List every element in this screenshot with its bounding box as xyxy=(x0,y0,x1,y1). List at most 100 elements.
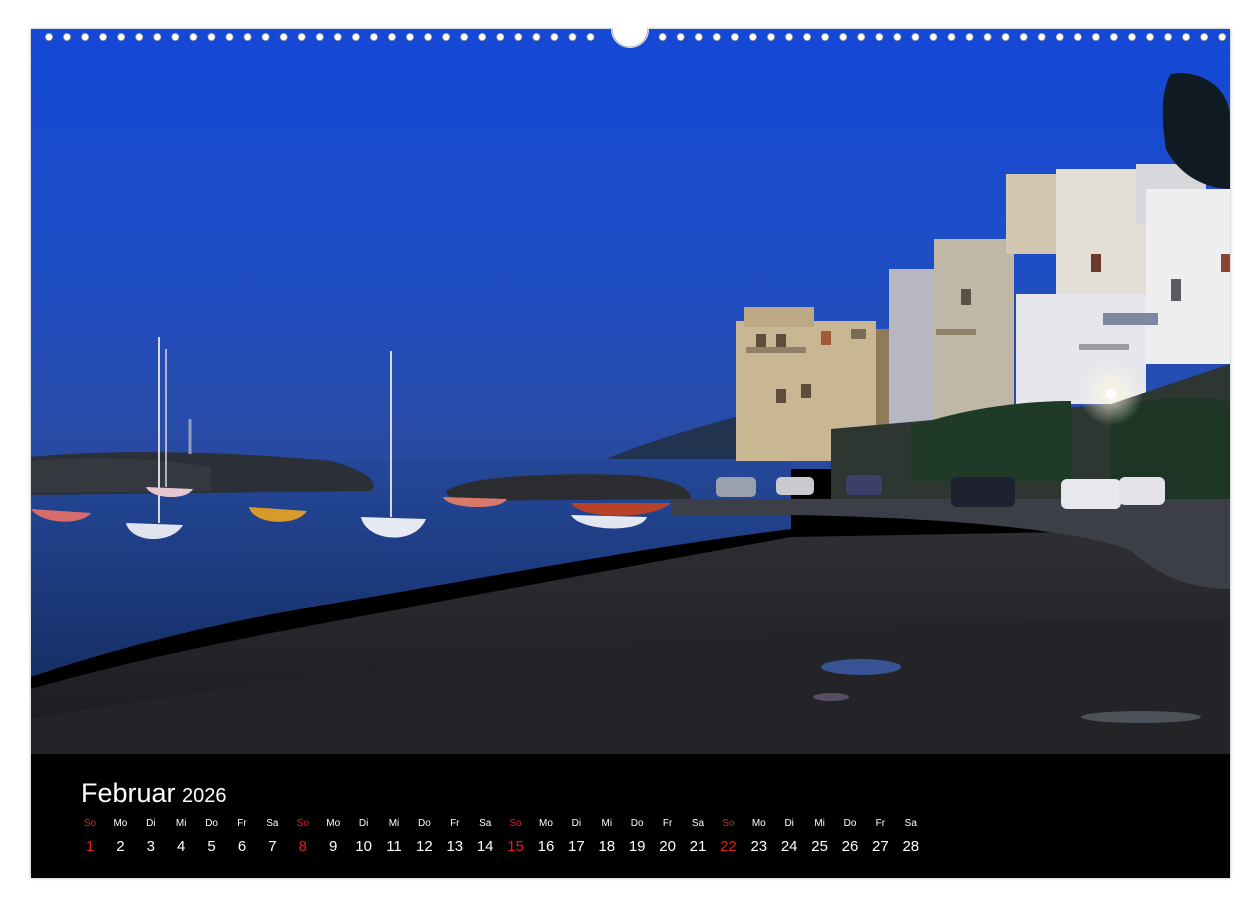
binding-hole xyxy=(207,33,216,41)
binding-hole xyxy=(496,33,505,41)
hanger-notch-icon xyxy=(611,20,649,48)
binding-hole xyxy=(135,33,144,41)
day-cell: So 8 xyxy=(288,817,318,856)
day-number: 2 xyxy=(116,838,125,855)
harbor-night-photo xyxy=(31,29,1230,754)
weekday-label: Mo xyxy=(113,818,128,829)
day-number: 27 xyxy=(872,838,889,855)
year: 2026 xyxy=(182,785,227,807)
binding-hole xyxy=(1001,33,1010,41)
month-name: Februar xyxy=(81,778,176,808)
day-number: 6 xyxy=(237,838,247,855)
binding-hole xyxy=(81,33,90,41)
day-number: 19 xyxy=(628,838,646,855)
day-number: 13 xyxy=(446,838,464,855)
day-number: 22 xyxy=(720,838,737,855)
binding-hole xyxy=(225,33,234,41)
binding-hole xyxy=(676,33,685,41)
binding-hole xyxy=(947,33,956,41)
binding-hole xyxy=(261,33,270,41)
day-cell: Fr 13 xyxy=(440,817,470,856)
day-cell: Di 24 xyxy=(774,817,804,856)
binding-hole xyxy=(189,33,198,41)
binding-hole xyxy=(1091,33,1100,41)
binding-hole xyxy=(333,33,342,41)
day-number: 1 xyxy=(85,838,95,855)
binding-hole xyxy=(586,33,595,41)
day-number: 11 xyxy=(386,838,402,855)
day-cell: Mo 23 xyxy=(744,817,774,856)
weekday-label: Di xyxy=(784,818,794,829)
day-cell: Do 26 xyxy=(835,817,865,856)
weekday-label: Do xyxy=(205,818,218,829)
binding-hole xyxy=(387,33,396,41)
binding-hole xyxy=(1073,33,1082,41)
binding-hole xyxy=(1164,33,1173,41)
weekday-label: Sa xyxy=(266,818,279,829)
binding-hole xyxy=(694,33,703,41)
binding-hole xyxy=(1128,33,1137,41)
day-cell: So 15 xyxy=(501,817,531,856)
month-title: Februar 2026 xyxy=(81,778,227,809)
weekday-label: Mo xyxy=(326,818,341,829)
binding-hole xyxy=(550,33,559,41)
weekday-label: So xyxy=(296,818,309,829)
day-cell: Sa 7 xyxy=(257,817,287,856)
day-cell: So 22 xyxy=(713,817,743,856)
day-number: 17 xyxy=(568,838,585,855)
binding-hole xyxy=(1055,33,1064,41)
day-cell: Do 19 xyxy=(622,817,652,856)
binding-hole xyxy=(44,33,53,41)
binding-hole xyxy=(478,33,487,41)
day-number: 4 xyxy=(177,838,186,855)
day-number: 23 xyxy=(750,838,768,855)
day-grid: So 1 Mo 2 Di 3 Mi 4 Do 5 Fr 6 Sa 7 So 8 Mo 9 Di 10 Mi 11 Do 12 F… xyxy=(75,817,935,867)
weekday-label: Fr xyxy=(450,818,460,829)
day-cell: Sa 14 xyxy=(470,817,500,856)
binding-hole xyxy=(405,33,414,41)
day-number: 3 xyxy=(146,838,155,855)
day-number: 16 xyxy=(537,838,555,855)
binding-hole xyxy=(1200,33,1209,41)
binding-hole xyxy=(460,33,469,41)
day-number: 20 xyxy=(659,838,676,855)
binding-hole xyxy=(568,33,577,41)
weekday-label: Fr xyxy=(237,818,247,829)
weekday-label: Fr xyxy=(662,818,673,829)
binding-hole xyxy=(893,33,902,41)
binding-hole xyxy=(297,33,306,41)
binding-hole xyxy=(153,33,162,41)
day-cell: So 1 xyxy=(75,817,105,856)
day-cell: Di 17 xyxy=(561,817,591,856)
day-cell: Sa 28 xyxy=(896,817,926,856)
day-number: 21 xyxy=(689,838,707,855)
binding-hole xyxy=(929,33,938,41)
binding-hole xyxy=(1182,33,1191,41)
weekday-label: Mi xyxy=(175,818,187,829)
day-cell: Fr 27 xyxy=(865,817,895,856)
weekday-label: Fr xyxy=(875,818,886,829)
binding-hole xyxy=(911,33,920,41)
day-number: 15 xyxy=(507,838,524,855)
binding-hole xyxy=(1146,33,1155,41)
binding-hole xyxy=(424,33,433,41)
binding-hole xyxy=(839,33,848,41)
calendar-page xyxy=(31,29,1230,878)
weekday-label: So xyxy=(722,818,735,829)
weekday-label: Di xyxy=(571,818,582,829)
day-cell: Fr 6 xyxy=(227,817,257,856)
day-number: 12 xyxy=(416,838,433,855)
binding-hole xyxy=(514,33,523,41)
day-number: 28 xyxy=(902,838,920,855)
day-number: 9 xyxy=(329,838,338,855)
binding-hole xyxy=(1109,33,1118,41)
day-number: 10 xyxy=(355,838,372,855)
calendar-strip: Februar 2026 So 1 Mo 2 Di 3 Mi 4 Do 5 Fr 6 Sa 7 So 8 Mo 9… xyxy=(31,754,1230,878)
day-cell: Mi 11 xyxy=(379,817,409,856)
weekday-label: Mi xyxy=(814,818,825,829)
binding-hole xyxy=(767,33,776,41)
day-cell: Mo 9 xyxy=(318,817,348,856)
binding-hole xyxy=(171,33,180,41)
weekday-label: Di xyxy=(358,818,369,829)
binding-hole xyxy=(315,33,324,41)
